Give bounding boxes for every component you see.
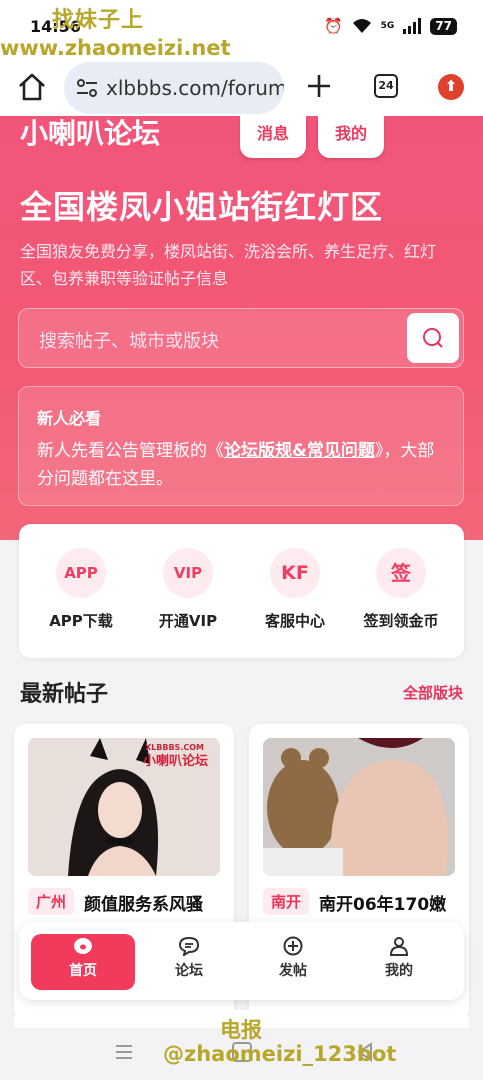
tab-label: 发帖 bbox=[279, 963, 307, 979]
search-input[interactable]: 搜索帖子、城市或版块 bbox=[39, 327, 219, 353]
tab-label: 首页 bbox=[69, 963, 97, 979]
quick-action-support[interactable]: KF 客服中心 bbox=[245, 548, 345, 631]
tab-post[interactable]: 发帖 bbox=[241, 934, 345, 990]
post-photo: XLBBBS.COM 小喇叭论坛 bbox=[28, 738, 220, 876]
quick-action-app[interactable]: APP APP下载 bbox=[31, 548, 131, 631]
quick-action-vip[interactable]: VIP 开通VIP bbox=[138, 548, 238, 631]
user-icon bbox=[389, 937, 409, 956]
address-bar[interactable]: xlbbbs.com/forum bbox=[64, 62, 284, 114]
post-city-tag[interactable]: 广州 bbox=[28, 888, 75, 915]
update-arrow-icon[interactable]: ⬆ bbox=[438, 74, 464, 100]
post-photo bbox=[263, 738, 455, 876]
quick-action-label: 开通VIP bbox=[158, 612, 218, 630]
search-bar[interactable]: 搜索帖子、城市或版块 bbox=[18, 308, 464, 368]
quick-action-label: 客服中心 bbox=[264, 612, 325, 630]
home-icon bbox=[74, 938, 92, 954]
post-city-tag[interactable]: 南开 bbox=[263, 888, 310, 915]
tab-forum[interactable]: 论坛 bbox=[137, 934, 241, 990]
post-thumbnail[interactable]: XLBBBS.COM 小喇叭论坛 bbox=[28, 738, 220, 876]
signal-icon bbox=[403, 18, 422, 34]
status-icons: ⏰ 5G 77 bbox=[324, 17, 457, 35]
watermark-top: 找妹子上 bbox=[52, 8, 145, 33]
vip-icon: VIP bbox=[163, 548, 213, 598]
quick-actions: APP APP下载 VIP 开通VIP KF 客服中心 签 签到领金币 bbox=[19, 524, 464, 658]
battery-indicator: 77 bbox=[430, 17, 457, 35]
hero-banner: 小喇叭论坛 消息 我的 全国楼凤小姐站街红灯区 全国狼友免费分享，楼凤站街、洗浴… bbox=[0, 116, 483, 540]
tab-label: 论坛 bbox=[175, 963, 203, 979]
browser-home-icon[interactable] bbox=[16, 71, 48, 103]
wifi-icon bbox=[352, 19, 371, 33]
new-tab-icon[interactable] bbox=[305, 72, 333, 100]
quick-action-checkin[interactable]: 签 签到领金币 bbox=[351, 548, 451, 631]
notice-text-before: 新人先看公告管理板的《 bbox=[37, 441, 224, 461]
site-settings-icon[interactable] bbox=[76, 78, 98, 98]
chat-icon bbox=[178, 936, 200, 956]
all-sections-link[interactable]: 全部版块 bbox=[403, 682, 463, 703]
notice-title: 新人必看 bbox=[37, 409, 102, 428]
watermark-url: www.zhaomeizi.net bbox=[0, 36, 231, 60]
browser-toolbar: xlbbbs.com/forum 24 ⬆ bbox=[0, 58, 483, 116]
messages-button[interactable]: 消息 bbox=[240, 116, 306, 158]
tab-mine[interactable]: 我的 bbox=[347, 934, 451, 990]
tab-switcher-button[interactable]: 24 bbox=[374, 74, 398, 98]
newbie-notice: 新人必看 新人先看公告管理板的《论坛版规&常见问题》，大部分问题都在这里。 bbox=[18, 386, 464, 506]
alarm-icon: ⏰ bbox=[323, 17, 343, 35]
rules-faq-link[interactable]: 论坛版规&常见问题 bbox=[224, 441, 375, 461]
tab-home[interactable]: 首页 bbox=[31, 934, 135, 990]
app-download-icon: APP bbox=[56, 548, 106, 598]
post-title[interactable]: 南开06年170嫩 bbox=[319, 890, 446, 915]
quick-action-label: APP下载 bbox=[49, 612, 113, 630]
watermark-tg-label: 电报 bbox=[220, 1018, 262, 1042]
url-text[interactable]: xlbbbs.com/forum bbox=[106, 76, 284, 100]
post-thumbnail[interactable] bbox=[263, 738, 455, 876]
notice-body: 新人先看公告管理板的《论坛版规&常见问题》，大部分问题都在这里。 bbox=[37, 437, 451, 493]
hero-title: 全国楼凤小姐站街红灯区 bbox=[20, 188, 384, 226]
image-watermark-domain: XLBBBS.COM bbox=[145, 743, 204, 752]
watermark-tg-handle: @zhaomeizi_123bot bbox=[163, 1042, 397, 1066]
search-icon bbox=[423, 328, 443, 348]
search-button[interactable] bbox=[407, 313, 459, 363]
site-logo[interactable]: 小喇叭论坛 bbox=[20, 116, 160, 152]
hero-subtitle: 全国狼友免费分享，楼凤站街、洗浴会所、养生足疗、红灯区、包养兼职等验证帖子信息 bbox=[20, 242, 437, 288]
quick-action-label: 签到领金币 bbox=[363, 612, 439, 630]
checkin-icon: 签 bbox=[376, 548, 426, 598]
post-title[interactable]: 颜值服务系风骚 bbox=[84, 890, 203, 915]
plus-circle-icon bbox=[283, 936, 303, 956]
signal-label: 5G bbox=[380, 21, 395, 31]
bottom-tab-bar: 首页 论坛 发帖 我的 bbox=[19, 922, 464, 1000]
latest-posts-title: 最新帖子 bbox=[20, 682, 109, 707]
support-icon: KF bbox=[270, 548, 320, 598]
image-watermark-name: 小喇叭论坛 bbox=[143, 753, 208, 769]
tab-label: 我的 bbox=[385, 963, 413, 979]
mine-button[interactable]: 我的 bbox=[318, 116, 384, 158]
recent-apps-icon[interactable] bbox=[114, 1042, 134, 1062]
